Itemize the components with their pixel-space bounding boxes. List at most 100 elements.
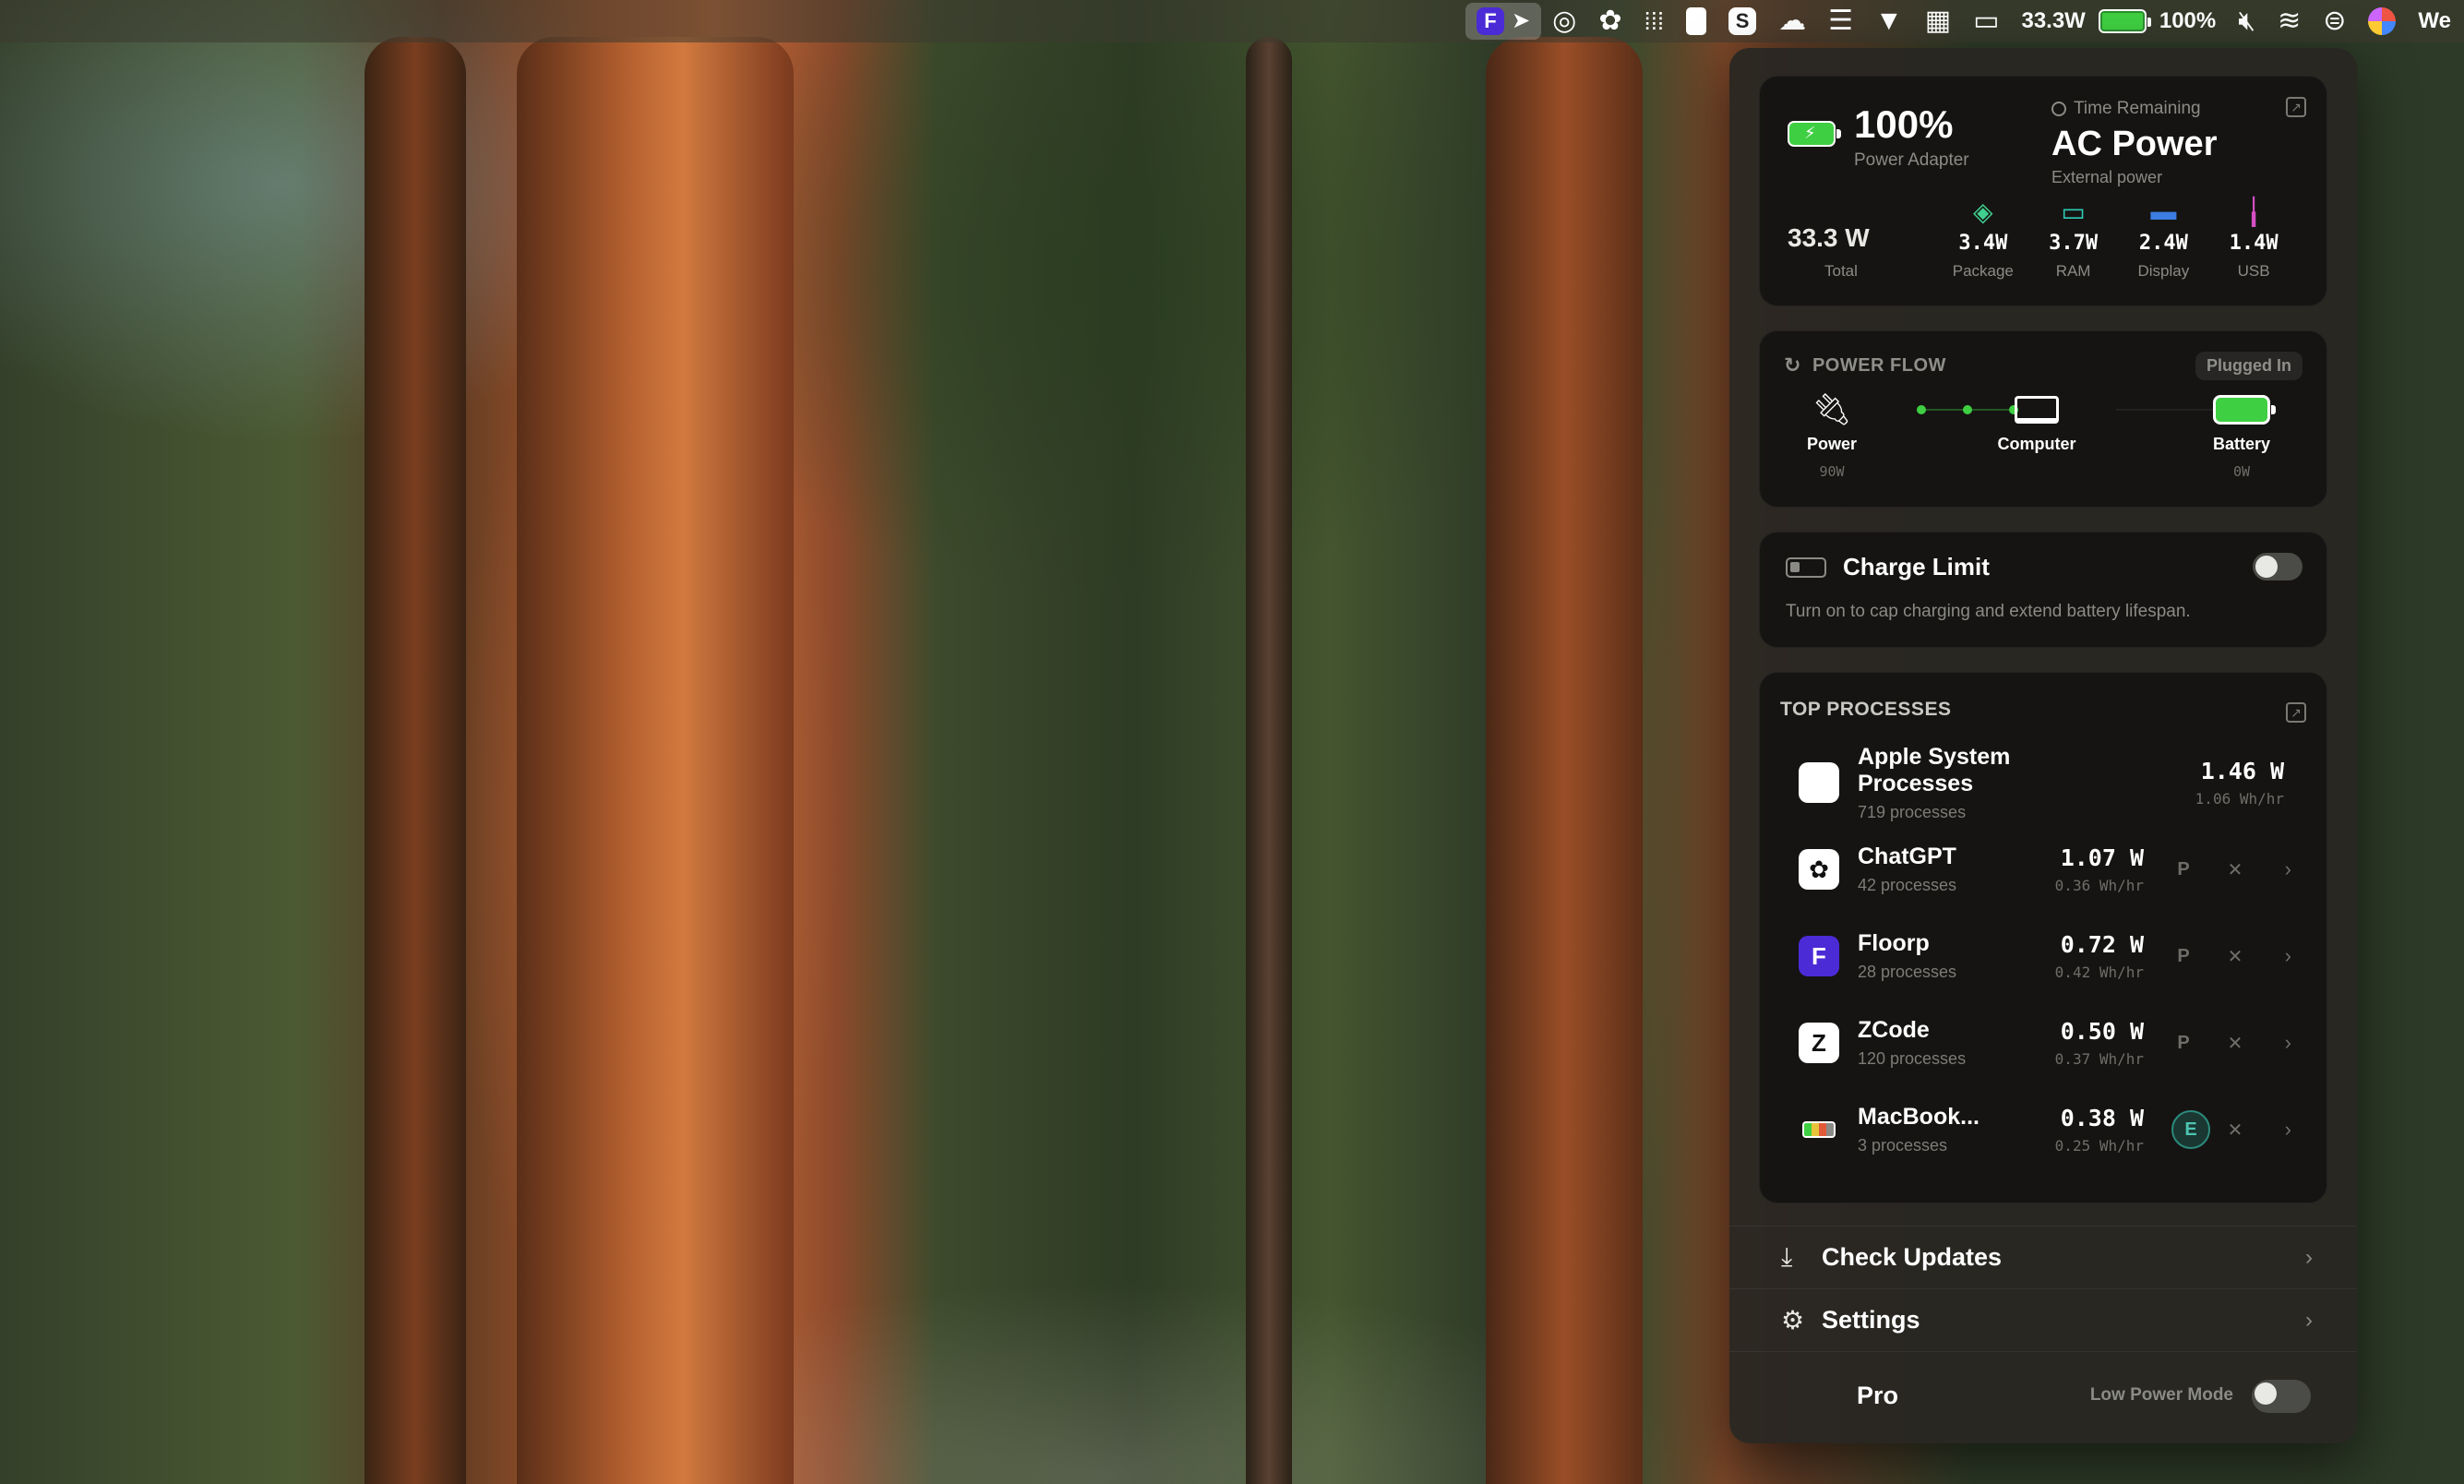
process-power: 0.50 W 0.37 Wh/hr <box>2055 1018 2144 1068</box>
flow-node-value: 0W <box>2232 463 2251 480</box>
process-watts: 1.46 W <box>2200 758 2284 784</box>
time-remaining-block: Time Remaining AC Power External power <box>2051 99 2217 187</box>
menubar-partial-label: We <box>2418 8 2451 33</box>
flow-node-power: 🔌︎ Power 90W <box>1767 387 1896 480</box>
floorp-menu-extra[interactable]: F ➤ <box>1465 3 1542 40</box>
metric-value: 3.7W <box>2049 232 2099 255</box>
s-app-icon: S <box>1728 7 1757 35</box>
mute-icon: 🔇︎ <box>2238 6 2256 36</box>
metric-label: USB <box>2237 262 2270 280</box>
process-wh: 0.42 Wh/hr <box>2054 963 2144 981</box>
metric-label: Package <box>1952 262 2014 280</box>
chevron-right-icon[interactable]: › <box>2285 1118 2291 1142</box>
ram-icon: ▭ <box>2061 197 2086 226</box>
power-monitor-menu-extra[interactable]: 33.3W 100% <box>2010 0 2227 42</box>
efficiency-mode-button[interactable]: E <box>2171 1110 2210 1149</box>
power-metrics: 33.3 W Total ◈ 3.4W Package ▭ 3.7W RAM ▬… <box>1788 195 2299 281</box>
laptop-icon <box>2015 396 2059 424</box>
top-processes-title: TOP PROCESSES <box>1780 699 1952 720</box>
battery-charging-icon: ⚡ <box>1788 121 1841 147</box>
chatgpt-icon: ✿ <box>1799 849 1839 890</box>
grid-menu-extra[interactable]: ⁞⁞⁞ <box>1633 0 1675 42</box>
display-menu-extra[interactable]: ▭ <box>1962 0 2010 42</box>
process-wh: 0.25 Wh/hr <box>2054 1137 2144 1155</box>
power-source: Power Adapter <box>1854 150 1969 170</box>
key-menu-extra[interactable] <box>1675 0 1717 42</box>
performance-mode-button[interactable]: P <box>2164 937 2203 975</box>
total-power-label: Total <box>1824 262 1858 280</box>
charge-limit-toggle[interactable] <box>2253 553 2303 580</box>
chevron-right-icon[interactable]: › <box>2285 944 2291 968</box>
apple-icon <box>1799 762 1839 803</box>
metric-value: 1.4W <box>2229 232 2279 255</box>
charge-limit-description: Turn on to cap charging and extend batte… <box>1786 602 2191 621</box>
power-flow-title: POWER FLOW <box>1812 354 1946 376</box>
performance-mode-button[interactable]: P <box>2164 850 2203 889</box>
battery-percent: 100% <box>1854 102 1954 146</box>
target-icon: ◎ <box>1552 6 1577 36</box>
charge-limit-card: Charge Limit Turn on to cap charging and… <box>1759 532 2327 648</box>
charge-limit-title: Charge Limit <box>1843 553 1990 580</box>
power-flow-diagram: 🔌︎ Power 90W Computer Battery 0W <box>1784 387 2303 488</box>
chevron-right-icon[interactable]: › <box>2285 1031 2291 1055</box>
time-remaining-value: AC Power <box>2051 125 2218 163</box>
process-row[interactable]: ✿ ChatGPT 42 processes 1.07 W 0.36 Wh/hr… <box>1780 826 2306 913</box>
process-watts: 0.72 W <box>2060 931 2144 958</box>
flow-node-label: Power <box>1806 435 1858 453</box>
low-power-mode-toggle[interactable] <box>2252 1380 2311 1413</box>
settings-item[interactable]: ⚙ Settings › <box>1729 1288 2357 1351</box>
process-row[interactable]: MacBook... 3 processes 0.38 W 0.25 Wh/hr… <box>1780 1086 2306 1173</box>
chevron-right-icon: › <box>2305 1307 2313 1333</box>
flow-node-label: Computer <box>1997 435 2076 453</box>
pro-label[interactable]: Pro <box>1857 1382 1898 1410</box>
avatar-menu-extra[interactable] <box>2357 0 2407 42</box>
metric-total: 33.3 W Total <box>1788 223 1938 281</box>
performance-mode-button[interactable]: P <box>2164 1023 2203 1062</box>
process-count: 719 processes <box>1858 802 1967 821</box>
cloud-menu-extra[interactable]: ☁ <box>1767 0 1817 42</box>
close-icon[interactable]: ✕ <box>2216 1023 2255 1062</box>
process-power: 1.07 W 0.36 Wh/hr <box>2055 844 2144 894</box>
process-list: Apple System Processes 719 processes 1.4… <box>1780 739 2306 1173</box>
process-wh: 1.06 Wh/hr <box>2195 790 2284 808</box>
check-updates-item[interactable]: ⤓ Check Updates › <box>1729 1226 2357 1288</box>
wallpaper-tree-trunk <box>1246 37 1292 1484</box>
process-row[interactable]: Z ZCode 120 processes 0.50 W 0.37 Wh/hr … <box>1780 999 2306 1086</box>
avatar-icon <box>2368 7 2397 35</box>
close-icon[interactable]: ✕ <box>2216 850 2255 889</box>
target-menu-extra[interactable]: ◎ <box>1541 0 1587 42</box>
cloud-icon: ☁ <box>1778 6 1807 36</box>
plugged-in-badge: Plugged In <box>2195 352 2303 380</box>
wifi-menu-extra[interactable]: ≋ <box>2267 0 2312 42</box>
floorp-icon: F <box>1477 7 1505 35</box>
wallpaper-tree-trunk <box>517 37 794 1484</box>
metric-package: ◈ 3.4W Package <box>1938 195 2028 281</box>
s-app-menu-extra[interactable]: S <box>1717 0 1767 42</box>
mute-menu-extra[interactable]: 🔇︎ <box>2227 0 2267 42</box>
chevron-right-icon[interactable]: › <box>2285 857 2291 881</box>
process-row[interactable]: F Floorp 28 processes 0.72 W 0.42 Wh/hr … <box>1780 913 2306 999</box>
chatgpt-icon: ✿ <box>1598 6 1622 36</box>
chatgpt-menu-extra[interactable]: ✿ <box>1587 0 1633 42</box>
wallpaper-tree-trunk <box>1486 37 1643 1484</box>
wifi-checked-menu-extra[interactable]: ▼ <box>1864 0 1914 42</box>
floorp-icon: F <box>1799 936 1839 976</box>
battery-icon <box>2098 9 2151 33</box>
stack-menu-extra[interactable]: ☰ <box>1817 0 1864 42</box>
flow-dot <box>1963 405 1972 414</box>
calendar-menu-extra[interactable]: ▦ <box>1914 0 1962 42</box>
expand-icon[interactable]: ↗ <box>2286 97 2306 117</box>
key-icon <box>1686 7 1707 35</box>
process-row[interactable]: Apple System Processes 719 processes 1.4… <box>1780 739 2306 826</box>
calendar-icon: ▦ <box>1924 6 1952 36</box>
wifi-icon: ≋ <box>2278 6 2302 36</box>
menubar-clock-partial[interactable]: We <box>2407 0 2451 42</box>
expand-icon[interactable]: ↗ <box>2286 702 2306 723</box>
close-icon[interactable]: ✕ <box>2216 937 2255 975</box>
battery-limit-icon <box>1786 556 1826 578</box>
process-wh: 0.36 Wh/hr <box>2054 877 2144 894</box>
control-center-menu-extra[interactable]: ⊜ <box>2312 0 2357 42</box>
close-icon[interactable]: ✕ <box>2216 1110 2255 1149</box>
total-power-value: 33.3 W <box>1788 223 1870 252</box>
metric-label: Display <box>2137 262 2190 280</box>
